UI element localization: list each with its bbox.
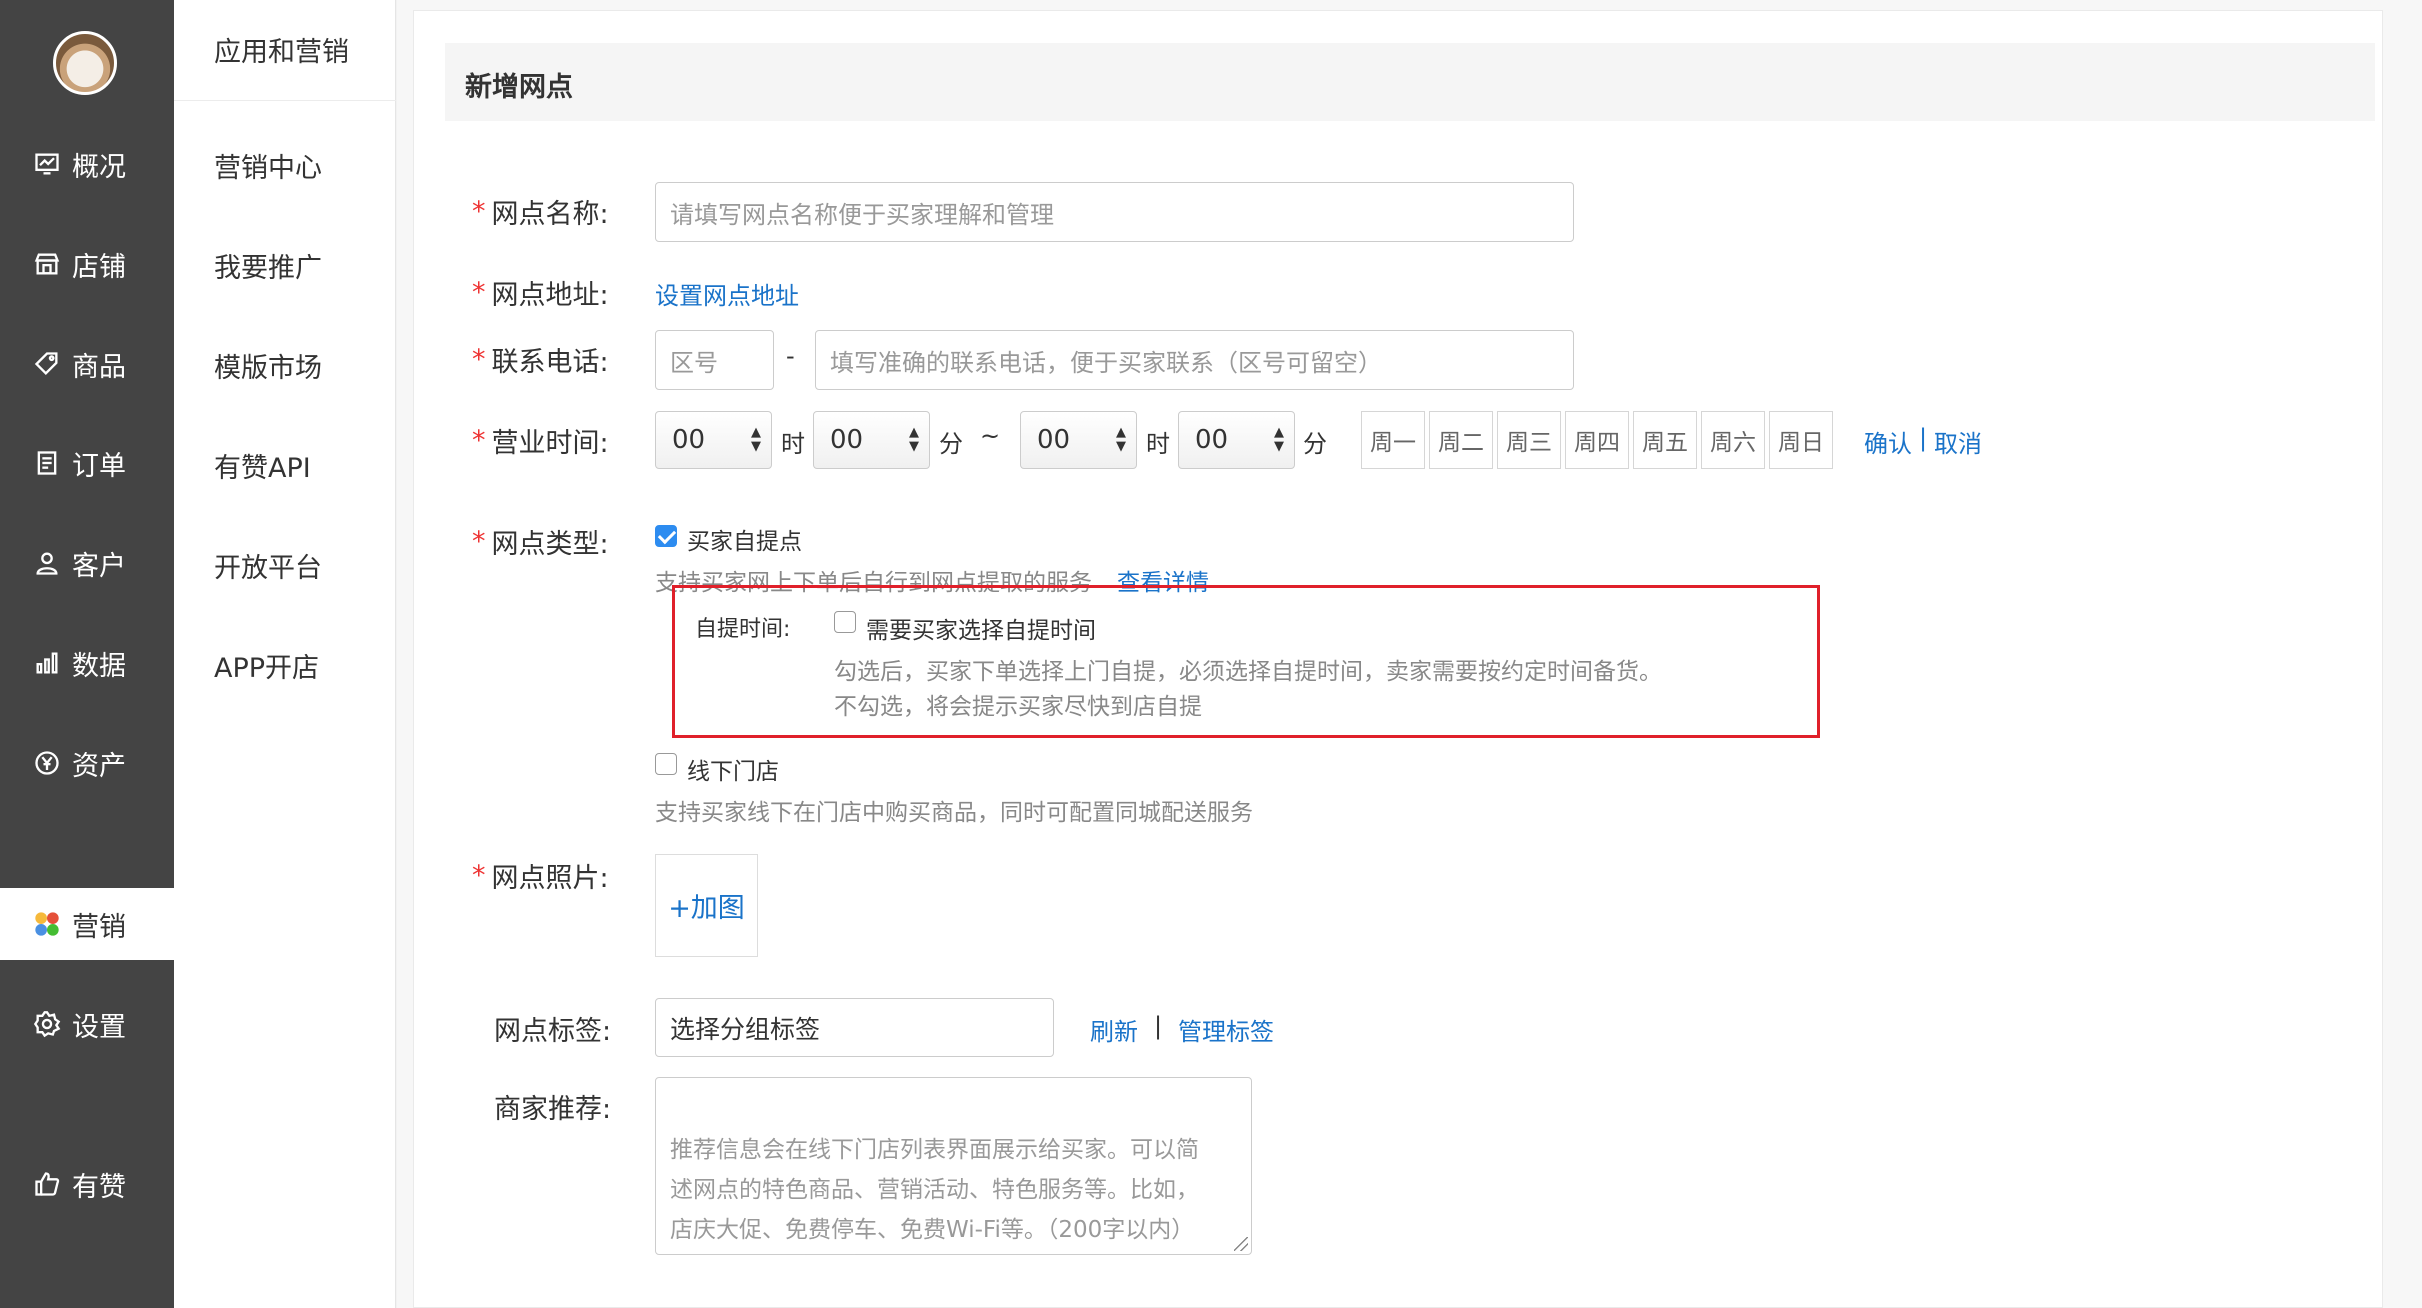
phone-label: * 联系电话: (472, 344, 609, 378)
pickup-time-label: 自提时间: (695, 617, 791, 642)
offline-store-checkbox[interactable] (655, 753, 677, 775)
nav-item-youzan[interactable]: 有赞 (0, 1148, 174, 1220)
subnav-item-open-platform[interactable]: 开放平台 (214, 546, 322, 585)
recommend-textarea[interactable]: 推荐信息会在线下门店列表界面展示给买家。可以简 述网点的特色商品、营销活动、特色… (655, 1077, 1252, 1255)
nav-item-label: 设置 (72, 1011, 126, 1043)
nav-item-marketing[interactable]: 营销 (0, 888, 174, 960)
tag-group-select[interactable]: 选择分组标签 (655, 998, 1054, 1057)
offline-store-label: 线下门店 (687, 759, 779, 785)
manage-tags-link[interactable]: 管理标签 (1178, 1012, 1274, 1047)
nav-item-overview[interactable]: 概况 (0, 128, 174, 200)
nav-item-assets[interactable]: 资产 (0, 727, 174, 799)
subnav-item-api[interactable]: 有赞API (214, 446, 311, 485)
order-icon (32, 448, 62, 478)
primary-sidebar: 概况 店铺 商品 订单 客户 数据 资产 营销 设置 有赞 (0, 0, 174, 1308)
name-input[interactable]: 请填写网点名称便于买家理解和管理 (655, 182, 1574, 242)
hours-label: * 营业时间: (472, 425, 609, 459)
day-fri[interactable]: 周五 (1633, 411, 1697, 469)
chevron-updown-icon: ▲ ▼ (1274, 425, 1284, 454)
recommend-label: 商家推荐: (494, 1094, 612, 1125)
subnav-title: 应用和营销 (214, 37, 349, 68)
confirm-link[interactable]: 确认 (1864, 424, 1912, 459)
nav-item-data[interactable]: 数据 (0, 627, 174, 699)
tag-icon (32, 349, 62, 379)
subnav-item-marketing-center[interactable]: 营销中心 (214, 146, 322, 185)
chevron-updown-icon: ▲ ▼ (909, 425, 919, 454)
type-label: * 网点类型: (472, 526, 609, 560)
subnav-item-app-store[interactable]: APP开店 (214, 646, 319, 685)
nav-item-label: 数据 (72, 650, 126, 682)
address-label: * 网点地址: (472, 277, 609, 311)
day-wed[interactable]: 周三 (1497, 411, 1561, 469)
photo-label: * 网点照片: (472, 860, 609, 894)
resize-handle-icon[interactable] (1234, 1237, 1248, 1251)
nav-item-goods[interactable]: 商品 (0, 328, 174, 400)
link-divider: | (1154, 1012, 1163, 1040)
subnav-item-template-market[interactable]: 模版市场 (214, 346, 322, 385)
nav-item-store[interactable]: 店铺 (0, 228, 174, 300)
nav-item-label: 商品 (72, 351, 126, 383)
add-photo-button[interactable]: +加图 (655, 854, 758, 957)
nav-item-label: 订单 (72, 450, 126, 482)
page-title: 新增网点 (465, 72, 573, 103)
phone-number-input[interactable]: 填写准确的联系电话，便于买家联系（区号可留空） (815, 330, 1574, 390)
end-minute-select[interactable]: 00 ▲ ▼ (1178, 411, 1295, 469)
thumbs-up-icon (32, 1169, 62, 1199)
end-hour-select[interactable]: 00 ▲ ▼ (1020, 411, 1137, 469)
area-code-input[interactable]: 区号 (655, 330, 774, 390)
nav-item-label: 概况 (72, 151, 126, 183)
bar-chart-icon (32, 648, 62, 678)
chevron-updown-icon: ▲ ▼ (751, 425, 761, 454)
nav-item-label: 营销 (72, 911, 126, 943)
page-header: 新增网点 (445, 43, 2375, 121)
day-thu[interactable]: 周四 (1565, 411, 1629, 469)
nav-item-label: 店铺 (72, 251, 126, 283)
nav-item-label: 资产 (72, 750, 126, 782)
phone-dash: - (786, 342, 795, 370)
range-tilde: ~ (980, 422, 1001, 450)
minute-unit: 分 (939, 430, 963, 458)
day-sat[interactable]: 周六 (1701, 411, 1765, 469)
pickup-time-checkbox[interactable] (834, 611, 856, 633)
subnav-item-promote[interactable]: 我要推广 (214, 246, 322, 285)
nav-item-customers[interactable]: 客户 (0, 527, 174, 599)
user-icon (32, 548, 62, 578)
nav-item-label: 客户 (72, 550, 126, 582)
overview-icon (32, 149, 62, 179)
nav-item-label: 有赞 (72, 1171, 126, 1203)
day-tue[interactable]: 周二 (1429, 411, 1493, 469)
nav-item-settings[interactable]: 设置 (0, 988, 174, 1060)
day-sun[interactable]: 周日 (1769, 411, 1833, 469)
set-address-link[interactable]: 设置网点地址 (655, 276, 799, 311)
hour-unit: 时 (1146, 430, 1170, 458)
name-label: * 网点名称: (472, 196, 609, 230)
hour-unit: 时 (781, 430, 805, 458)
pickup-label: 买家自提点 (687, 529, 802, 555)
app: 概况 店铺 商品 订单 客户 数据 资产 营销 设置 有赞 应用和营销 营销中心… (0, 0, 2422, 1308)
refresh-link[interactable]: 刷新 (1090, 1012, 1138, 1047)
start-minute-select[interactable]: 00 ▲ ▼ (813, 411, 930, 469)
store-icon (32, 249, 62, 279)
recommend-placeholder: 推荐信息会在线下门店列表界面展示给买家。可以简 述网点的特色商品、营销活动、特色… (670, 1137, 1199, 1243)
minute-unit: 分 (1303, 430, 1327, 458)
chevron-updown-icon: ▲ ▼ (1116, 425, 1126, 454)
nav-item-orders[interactable]: 订单 (0, 427, 174, 499)
cancel-link[interactable]: 取消 (1934, 424, 1982, 459)
link-divider: | (1919, 424, 1928, 452)
gear-icon (32, 1009, 62, 1039)
apps-icon (32, 909, 62, 939)
day-mon[interactable]: 周一 (1361, 411, 1425, 469)
pickup-checkbox[interactable] (655, 525, 677, 547)
secondary-sidebar: 应用和营销 营销中心 我要推广 模版市场 有赞API 开放平台 APP开店 (174, 0, 396, 1308)
start-hour-select[interactable]: 00 ▲ ▼ (655, 411, 772, 469)
avatar[interactable] (53, 31, 117, 95)
pickup-time-hint: 不勾选，将会提示买家尽快到店自提 (834, 694, 1202, 720)
pickup-time-checkbox-label: 需要买家选择自提时间 (866, 618, 1096, 644)
pickup-time-hint: 勾选后，买家下单选择上门自提，必须选择自提时间，卖家需要按约定时间备货。 (834, 659, 1662, 685)
offline-store-description: 支持买家线下在门店中购买商品，同时可配置同城配送服务 (655, 800, 1253, 826)
divider (174, 100, 396, 101)
yen-icon (32, 748, 62, 778)
tags-label: 网点标签: (494, 1016, 612, 1047)
